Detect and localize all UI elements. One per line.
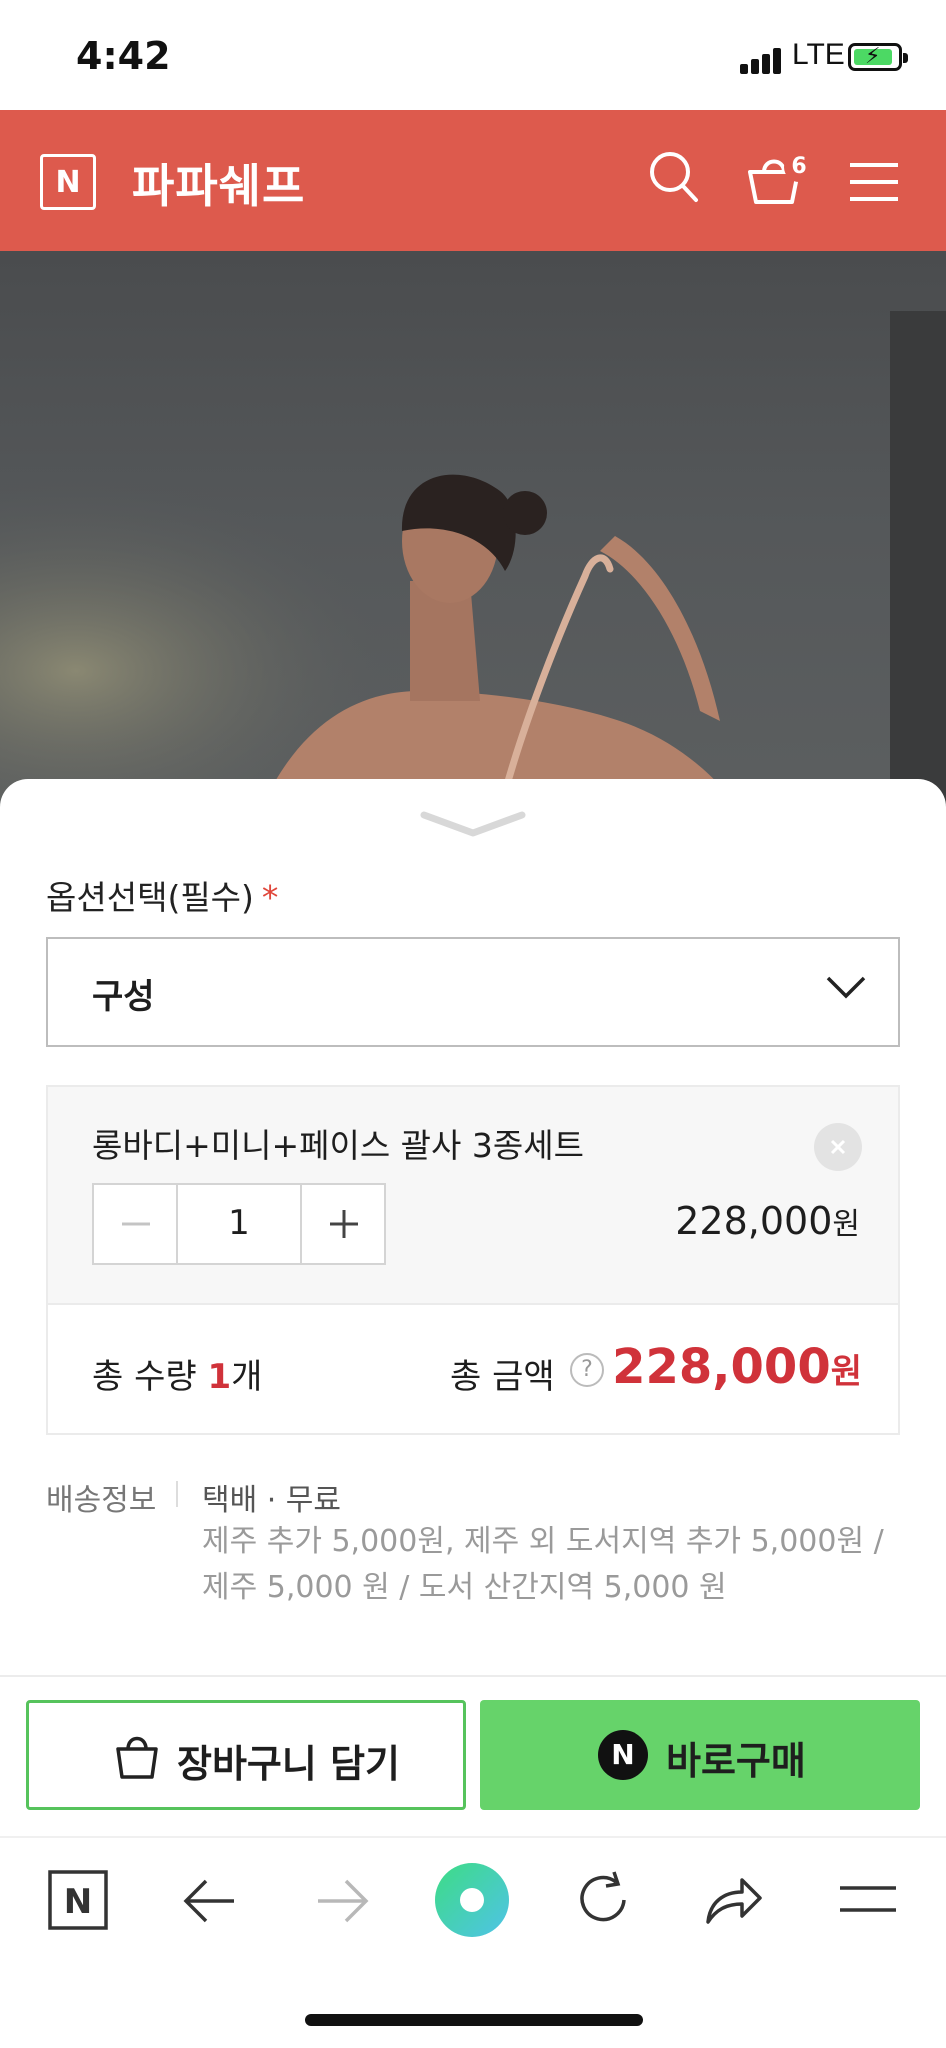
shipping-note: 제주 추가 5,000원, 제주 외 도서지역 추가 5,000원 / 제주 5… xyxy=(202,1519,902,1611)
total-qty-value: 1 xyxy=(207,1357,232,1397)
status-bar: 4:42 LTE ⚡ xyxy=(0,0,946,110)
status-time: 4:42 xyxy=(76,34,171,78)
quantity-increase-button[interactable] xyxy=(300,1185,384,1263)
search-icon[interactable] xyxy=(648,150,700,208)
share-button[interactable] xyxy=(704,1874,764,1930)
share-icon xyxy=(706,1878,762,1924)
selected-option-item: 롱바디+미니+페이스 괄사 3종세트 1 228,000원 xyxy=(46,1085,900,1303)
shipping-note-line-1: 제주 추가 5,000원, 제주 외 도서지역 추가 5,000원 / xyxy=(202,1524,884,1559)
forward-button[interactable] xyxy=(314,1878,370,1928)
total-amount-label: 총 금액 xyxy=(450,1357,555,1397)
refresh-icon xyxy=(580,1871,626,1922)
green-dot-icon xyxy=(435,1863,509,1937)
total-summary: 총 수량 1개 총 금액 ? 228,000원 xyxy=(46,1303,900,1435)
total-amount-value: 228,000 xyxy=(612,1339,831,1395)
app-header: N 파파쉐프 6 xyxy=(0,110,946,251)
shipping-divider xyxy=(176,1481,178,1507)
total-qty-prefix: 총 수량 xyxy=(92,1357,208,1397)
option-price-value: 228,000 xyxy=(675,1199,833,1243)
back-button[interactable] xyxy=(182,1878,238,1928)
total-quantity: 총 수량 1개 xyxy=(92,1349,262,1398)
browser-menu-button[interactable] xyxy=(840,1884,896,1918)
shipping-method: 택배 · 무료 xyxy=(202,1483,342,1518)
green-dot-button[interactable] xyxy=(434,1862,510,1942)
product-hero-image xyxy=(0,251,946,811)
selected-option-price: 228,000원 xyxy=(675,1199,860,1243)
selected-option-name: 롱바디+미니+페이스 괄사 3종세트 xyxy=(92,1126,584,1165)
shopping-bag-icon xyxy=(113,1733,161,1785)
plus-icon xyxy=(330,1210,358,1238)
battery-icon: ⚡ xyxy=(848,43,908,71)
quantity-decrease-button[interactable] xyxy=(94,1185,178,1263)
quantity-stepper: 1 xyxy=(92,1183,386,1265)
naver-logo[interactable]: N xyxy=(40,154,96,210)
signal-icon xyxy=(740,46,788,74)
chevron-down-icon xyxy=(826,975,866,1003)
arrow-left-icon xyxy=(183,1879,234,1923)
naver-home-button[interactable]: N xyxy=(48,1870,108,1934)
option-label-text: 옵션선택(필수) xyxy=(46,878,254,917)
collapse-handle-icon[interactable] xyxy=(420,809,526,843)
logo-letter: N xyxy=(55,165,81,200)
help-icon[interactable]: ? xyxy=(570,1353,604,1387)
arrow-right-icon xyxy=(318,1879,369,1923)
menu-icon[interactable] xyxy=(850,162,898,206)
store-name[interactable]: 파파쉐프 xyxy=(132,150,305,216)
naver-home-icon: N xyxy=(48,1870,108,1930)
close-icon xyxy=(830,1139,846,1155)
option-price-currency: 원 xyxy=(832,1207,860,1242)
naver-pay-icon: N xyxy=(598,1730,648,1780)
minus-icon xyxy=(122,1222,150,1226)
buy-now-button[interactable]: N 바로구매 xyxy=(480,1700,920,1810)
required-mark: * xyxy=(261,878,279,917)
add-to-cart-label: 장바구니 담기 xyxy=(177,1742,400,1786)
total-amount-currency: 원 xyxy=(830,1352,862,1392)
refresh-button[interactable] xyxy=(576,1870,632,1932)
quantity-value[interactable]: 1 xyxy=(180,1203,298,1243)
cart-count-badge: 6 xyxy=(784,152,814,182)
total-amount: 228,000원 xyxy=(612,1339,862,1395)
home-indicator xyxy=(305,2014,643,2026)
browser-toolbar: N xyxy=(0,1836,946,2048)
divider xyxy=(0,1675,946,1677)
total-qty-suffix: 개 xyxy=(231,1357,263,1397)
network-type: LTE xyxy=(792,38,845,71)
option-select-value: 구성 xyxy=(92,977,155,1017)
buy-now-label: 바로구매 xyxy=(666,1739,806,1783)
option-section-label: 옵션선택(필수) * xyxy=(46,871,278,919)
option-bottom-sheet: 옵션선택(필수) * 구성 롱바디+미니+페이스 괄사 3종세트 1 228,00… xyxy=(0,779,946,1836)
add-to-cart-button[interactable]: 장바구니 담기 xyxy=(26,1700,466,1810)
option-select[interactable]: 구성 xyxy=(46,937,900,1047)
shipping-label: 배송정보 xyxy=(46,1483,157,1518)
remove-option-button[interactable] xyxy=(814,1123,862,1171)
hamburger-icon xyxy=(840,1886,896,1912)
shipping-note-line-2: 제주 5,000 원 / 도서 산간지역 5,000 원 xyxy=(202,1570,727,1605)
home-letter: N xyxy=(64,1882,92,1922)
